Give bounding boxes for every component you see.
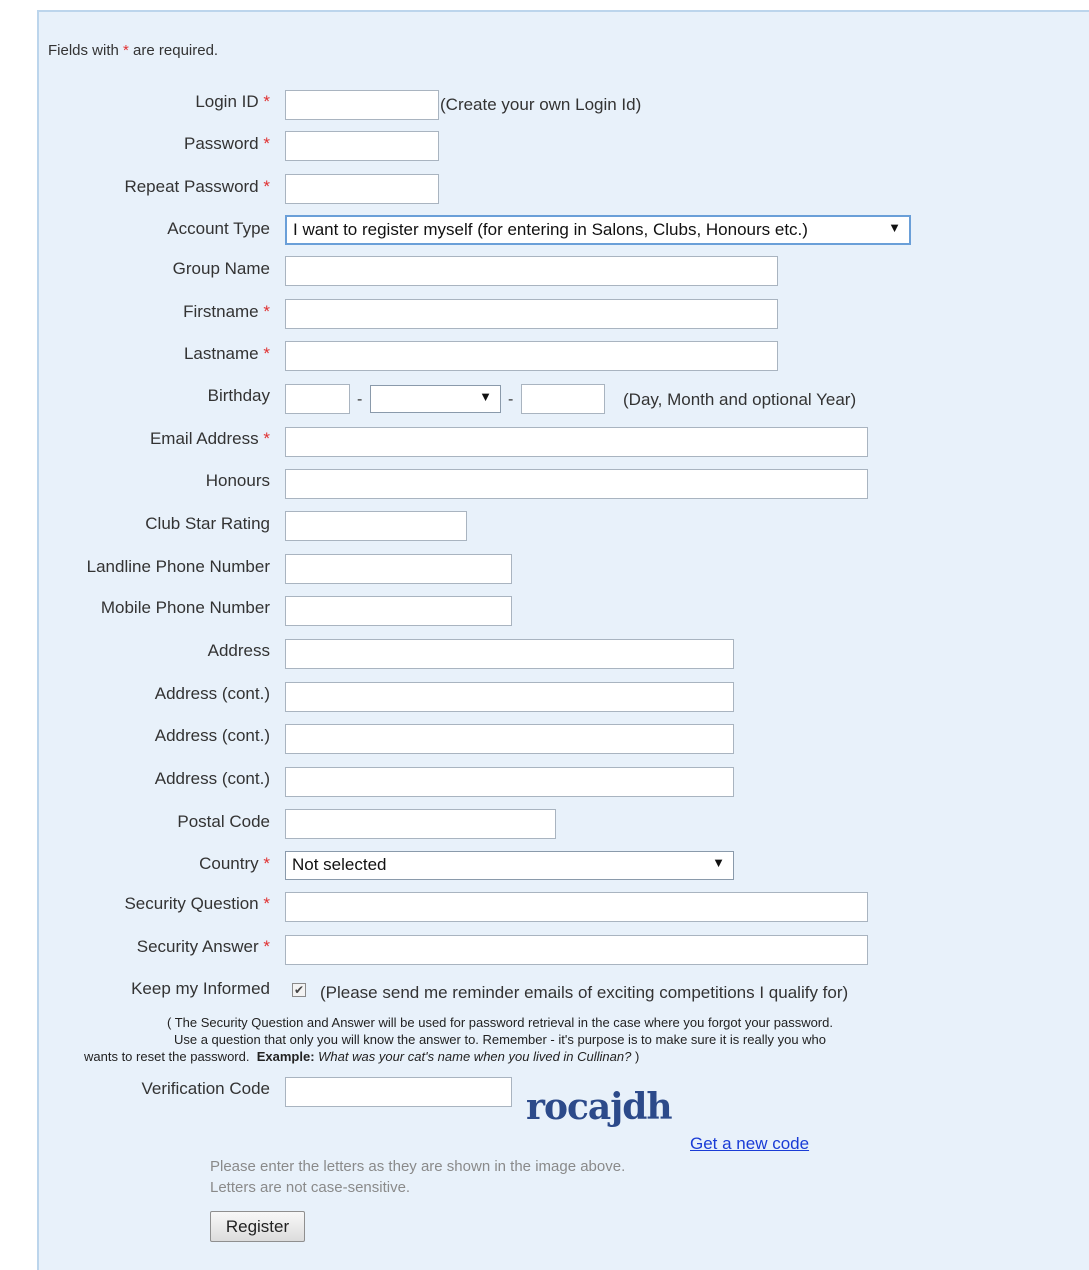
required-note-prefix: Fields with [48, 42, 124, 59]
birthday-year-input[interactable] [521, 384, 605, 414]
mobile-label: Mobile Phone Number [100, 598, 270, 617]
lastname-label: Lastname * [183, 344, 270, 363]
club-star-rating-input[interactable] [285, 511, 467, 541]
address-label: Address [207, 641, 270, 660]
verification-instructions: Please enter the letters as they are sho… [210, 1156, 625, 1198]
landline-label: Landline Phone Number [86, 557, 270, 576]
chevron-down-icon: ▼ [888, 220, 901, 235]
birthday-month-select[interactable]: ▼ [370, 385, 501, 413]
verification-code-input[interactable] [285, 1077, 512, 1107]
keep-informed-checkbox[interactable]: ✔ [292, 983, 306, 997]
required-note-suffix: are required. [128, 42, 219, 59]
chevron-down-icon: ▼ [479, 389, 492, 404]
country-selected: Not selected [292, 855, 387, 874]
country-label: Country * [199, 854, 270, 873]
instruction-line1: Please enter the letters as they are sho… [210, 1158, 626, 1175]
keep-informed-hint: (Please send me reminder emails of excit… [320, 983, 849, 1002]
country-select[interactable]: Not selected ▼ [285, 851, 734, 880]
repeat-password-input[interactable] [285, 174, 439, 204]
get-new-code-link[interactable]: Get a new code [690, 1134, 809, 1154]
password-input[interactable] [285, 131, 439, 161]
email-input[interactable] [285, 427, 868, 457]
club-star-rating-label: Club Star Rating [145, 514, 270, 533]
address-input-3[interactable] [285, 724, 734, 754]
landline-input[interactable] [285, 554, 512, 584]
birthday-separator: - [357, 391, 363, 408]
address-cont-label-1: Address (cont.) [154, 684, 270, 703]
security-note: ( The Security Question and Answer will … [50, 1014, 950, 1065]
keep-informed-label: Keep my Informed [131, 979, 270, 998]
birthday-hint: (Day, Month and optional Year) [623, 390, 857, 409]
group-name-label: Group Name [172, 259, 270, 278]
postal-code-input[interactable] [285, 809, 556, 839]
birthday-label: Birthday [207, 386, 270, 405]
address-cont-label-2: Address (cont.) [154, 726, 270, 745]
security-note-line2: Use a question that only you will know t… [173, 1032, 827, 1047]
address-cont-label-3: Address (cont.) [154, 769, 270, 788]
login-id-input[interactable] [285, 90, 439, 120]
verification-code-label: Verification Code [141, 1079, 270, 1098]
security-answer-input[interactable] [285, 935, 868, 965]
security-question-label: Security Question * [124, 894, 270, 913]
address-input-2[interactable] [285, 682, 734, 712]
password-label: Password * [184, 134, 270, 153]
mobile-input[interactable] [285, 596, 512, 626]
account-type-selected: I want to register myself (for entering … [293, 220, 808, 239]
lastname-input[interactable] [285, 341, 778, 371]
security-answer-label: Security Answer * [136, 937, 270, 956]
firstname-label: Firstname * [183, 302, 270, 321]
birthday-separator: - [508, 391, 514, 408]
security-note-line1: ( The Security Question and Answer will … [167, 1015, 833, 1030]
birthday-day-input[interactable] [285, 384, 350, 414]
security-question-input[interactable] [285, 892, 868, 922]
address-input-4[interactable] [285, 767, 734, 797]
chevron-down-icon: ▼ [712, 855, 725, 870]
honours-label: Honours [205, 471, 270, 490]
firstname-input[interactable] [285, 299, 778, 329]
instruction-line2: Letters are not case-sensitive. [210, 1179, 411, 1196]
address-input-1[interactable] [285, 639, 734, 669]
required-note: Fields with * are required. [48, 42, 218, 59]
postal-code-label: Postal Code [177, 812, 270, 831]
security-note-line3: wants to reset the password. Example: Wh… [84, 1049, 640, 1064]
repeat-password-label: Repeat Password * [124, 177, 270, 196]
honours-input[interactable] [285, 469, 868, 499]
captcha-image: rocajdh [526, 1086, 673, 1128]
group-name-input[interactable] [285, 256, 778, 286]
account-type-select[interactable]: I want to register myself (for entering … [285, 215, 911, 245]
email-label: Email Address * [149, 429, 270, 448]
register-button[interactable]: Register [210, 1211, 305, 1242]
login-id-label: Login ID * [195, 92, 270, 111]
login-id-hint: (Create your own Login Id) [440, 95, 642, 114]
account-type-label: Account Type [167, 219, 270, 238]
